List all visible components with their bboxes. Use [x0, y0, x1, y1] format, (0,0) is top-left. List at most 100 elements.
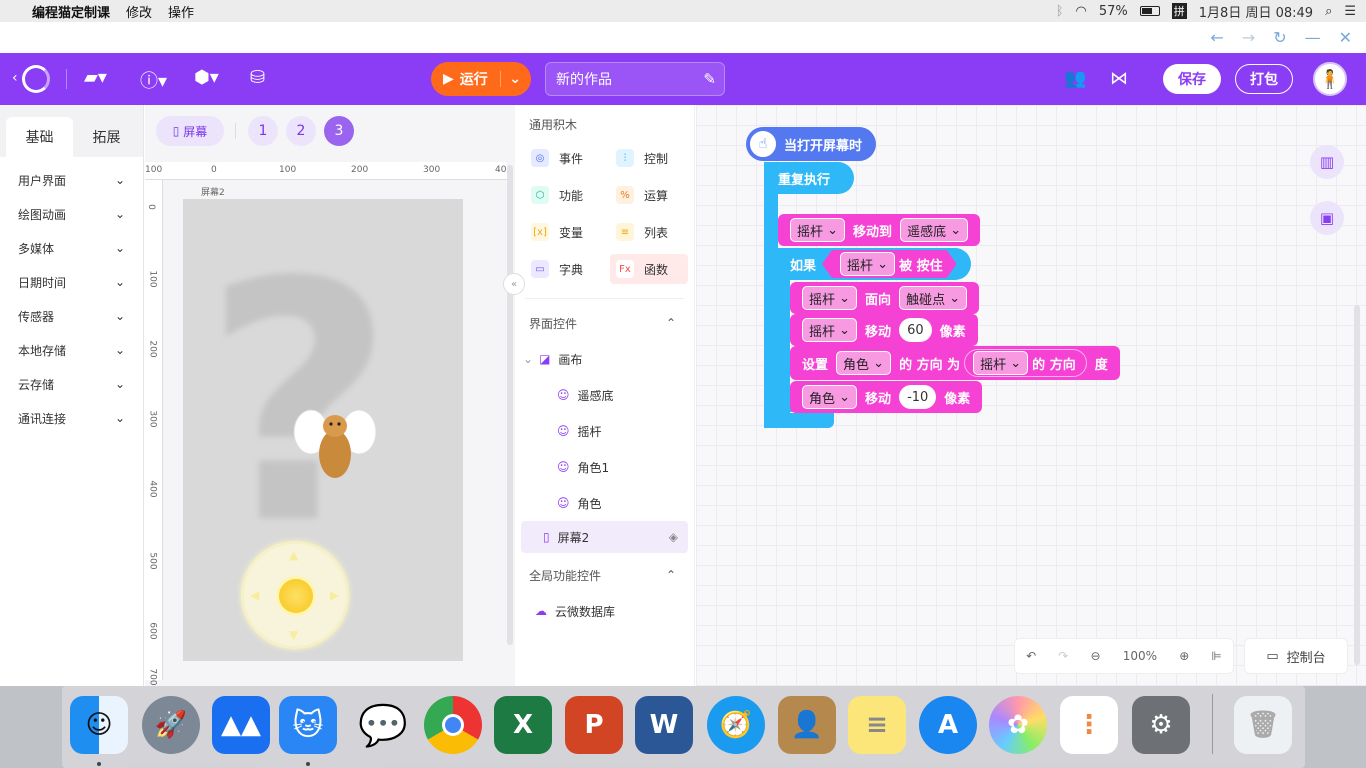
- object-dropdown[interactable]: 角色 ⌄: [836, 351, 892, 375]
- wechat-icon[interactable]: 💬: [354, 696, 412, 754]
- trash-icon[interactable]: 🗑: [1234, 696, 1292, 754]
- avatar[interactable]: 🧍: [1313, 62, 1347, 96]
- powerpoint-icon[interactable]: P: [565, 696, 623, 754]
- folder-icon[interactable]: ▰▾: [84, 67, 107, 88]
- reminders-icon[interactable]: ⋮: [1060, 696, 1118, 754]
- face-toward-block[interactable]: 摇杆 ⌄ 面向 触碰点 ⌄: [790, 282, 980, 314]
- run-dropdown-icon[interactable]: ⌄: [500, 71, 521, 87]
- align-icon[interactable]: ⊫: [1211, 649, 1221, 663]
- tree-node-screen[interactable]: ▯ 屏幕2 ◈: [521, 521, 688, 553]
- block-category-event[interactable]: ◎ 事件: [525, 143, 610, 173]
- tencent-meeting-icon[interactable]: ▲▲: [212, 696, 270, 754]
- app-menu[interactable]: 编程猫定制课: [32, 2, 110, 21]
- page-3-button[interactable]: 3: [324, 116, 354, 146]
- project-title-field[interactable]: 新的作品 ✎: [545, 62, 725, 96]
- wifi-icon[interactable]: ◠: [1076, 4, 1087, 19]
- move-pixels-block[interactable]: 角色 ⌄ 移动 -10 像素: [790, 381, 983, 413]
- target-dropdown[interactable]: 遥感底 ⌄: [900, 218, 969, 242]
- stage-scrollbar[interactable]: [507, 165, 513, 645]
- block-category-func-def[interactable]: Fx 函数: [610, 254, 688, 284]
- screen-button[interactable]: ▯ 屏幕: [156, 116, 224, 146]
- tree-node-child[interactable]: ☺ 遥感底: [515, 377, 694, 413]
- block-category-operator[interactable]: % 运算: [610, 180, 695, 210]
- run-button[interactable]: ▶ 运行 ⌄: [431, 62, 531, 96]
- object-dropdown[interactable]: 摇杆 ⌄: [802, 286, 858, 310]
- menu-edit[interactable]: 修改: [126, 2, 152, 21]
- target-dropdown[interactable]: 触碰点 ⌄: [899, 286, 968, 310]
- battery-icon[interactable]: [1139, 6, 1160, 16]
- minimize-icon[interactable]: —: [1305, 28, 1321, 47]
- joystick-base[interactable]: ▲ ▼ ◀ ▶: [241, 541, 349, 649]
- battery-percent[interactable]: 57%: [1099, 4, 1128, 19]
- block-category-control[interactable]: ⫶ 控制: [610, 143, 695, 173]
- category-item[interactable]: 云存储 ⌄: [0, 367, 143, 401]
- undo-icon[interactable]: ↶: [1026, 649, 1036, 663]
- launchpad-icon[interactable]: 🚀: [142, 696, 200, 754]
- save-button[interactable]: 保存: [1163, 64, 1221, 94]
- help-icon[interactable]: ⓘ▾: [140, 67, 167, 93]
- collapse-icon[interactable]: ‹: [12, 70, 18, 86]
- block-category-variable[interactable]: [x] 变量: [525, 217, 610, 247]
- workspace-scrollbar[interactable]: [1354, 305, 1360, 665]
- set-direction-block[interactable]: 设置 角色 ⌄ 的 方向 为 摇杆 ⌄ 的 方向 度: [790, 346, 1120, 380]
- notes-icon[interactable]: ≡: [848, 696, 906, 754]
- codemao-icon[interactable]: 🐱: [279, 696, 337, 754]
- category-item[interactable]: 传感器 ⌄: [0, 299, 143, 333]
- redo-icon[interactable]: ↷: [1058, 649, 1068, 663]
- database-icon[interactable]: ⛁: [250, 67, 265, 88]
- page-2-button[interactable]: 2: [286, 116, 316, 146]
- category-item[interactable]: 绘图动画 ⌄: [0, 197, 143, 231]
- condition-block[interactable]: 摇杆 ⌄ 被 按住: [822, 250, 957, 278]
- stage-canvas[interactable]: ? ▲ ▼ ◀ ▶: [183, 199, 463, 661]
- chart-icon[interactable]: ▥: [1310, 145, 1344, 179]
- pack-button[interactable]: 打包: [1235, 64, 1293, 94]
- input-method-icon[interactable]: 拼: [1171, 3, 1187, 19]
- settings-icon[interactable]: ⬢▾: [194, 67, 219, 88]
- block-category-list[interactable]: ≡ 列表: [610, 217, 695, 247]
- angel-dog-sprite[interactable]: [293, 404, 377, 486]
- tree-node-child[interactable]: ☺ 角色: [515, 485, 694, 521]
- menu-actions[interactable]: 操作: [168, 2, 194, 21]
- safari-icon[interactable]: 🧭: [707, 696, 765, 754]
- category-item[interactable]: 通讯连接 ⌄: [0, 401, 143, 435]
- system-preferences-icon[interactable]: ⚙: [1132, 696, 1190, 754]
- finder-icon[interactable]: ☺: [70, 696, 128, 754]
- collapse-arrow-icon[interactable]: ⌄: [523, 352, 533, 366]
- category-item[interactable]: 用户界面 ⌄: [0, 163, 143, 197]
- collaborators-icon[interactable]: 👥: [1064, 68, 1086, 89]
- zoom-out-icon[interactable]: ⊖: [1091, 649, 1101, 663]
- object-dropdown[interactable]: 角色 ⌄: [802, 385, 858, 409]
- tree-node-canvas[interactable]: ⌄ ◪ 画布: [515, 341, 694, 377]
- chrome-icon[interactable]: [424, 696, 482, 754]
- bluetooth-icon[interactable]: ᛒ: [1056, 4, 1064, 19]
- ui-controls-header[interactable]: 界面控件 ⌃: [515, 305, 694, 341]
- store-icon[interactable]: ▣: [1310, 201, 1344, 235]
- collapse-panel-button[interactable]: «: [503, 273, 525, 295]
- joystick-knob[interactable]: [276, 576, 316, 616]
- repeat-forever-block[interactable]: 重复执行: [764, 162, 855, 194]
- layers-icon[interactable]: ◈: [669, 530, 678, 544]
- control-center-icon[interactable]: ☰: [1344, 4, 1356, 19]
- event-block[interactable]: ☝ 当打开屏幕时: [746, 127, 877, 161]
- logo-icon[interactable]: [22, 65, 50, 93]
- back-icon[interactable]: ←: [1210, 28, 1223, 47]
- reload-icon[interactable]: ↻: [1273, 28, 1286, 47]
- category-item[interactable]: 本地存储 ⌄: [0, 333, 143, 367]
- if-block[interactable]: 如果 摇杆 ⌄ 被 按住: [778, 248, 971, 280]
- code-workspace[interactable]: ⊕ ☝ 当打开屏幕时 重复执行 摇杆 ⌄ 移动到 遥感底 ⌄ 如果 摇杆 ⌄ 被…: [696, 105, 1366, 686]
- global-controls-header[interactable]: 全局功能控件 ⌃: [515, 557, 694, 593]
- move-to-block[interactable]: 摇杆 ⌄ 移动到 遥感底 ⌄: [778, 214, 981, 246]
- distance-input[interactable]: 60: [899, 318, 932, 342]
- app-store-icon[interactable]: A: [919, 696, 977, 754]
- share-icon[interactable]: ⋈: [1110, 68, 1128, 89]
- global-item-cloud-db[interactable]: ☁ 云微数据库: [515, 593, 694, 629]
- word-icon[interactable]: W: [635, 696, 693, 754]
- console-button[interactable]: ▭ 控制台: [1244, 638, 1348, 674]
- move-pixels-block[interactable]: 摇杆 ⌄ 移动 60 像素: [790, 314, 978, 346]
- object-dropdown[interactable]: 摇杆 ⌄: [790, 218, 846, 242]
- clock[interactable]: 1月8日 周日 08:49: [1199, 2, 1313, 21]
- close-icon[interactable]: ✕: [1339, 28, 1352, 47]
- category-item[interactable]: 日期时间 ⌄: [0, 265, 143, 299]
- category-item[interactable]: 多媒体 ⌄: [0, 231, 143, 265]
- tab-basic[interactable]: 基础: [6, 117, 73, 157]
